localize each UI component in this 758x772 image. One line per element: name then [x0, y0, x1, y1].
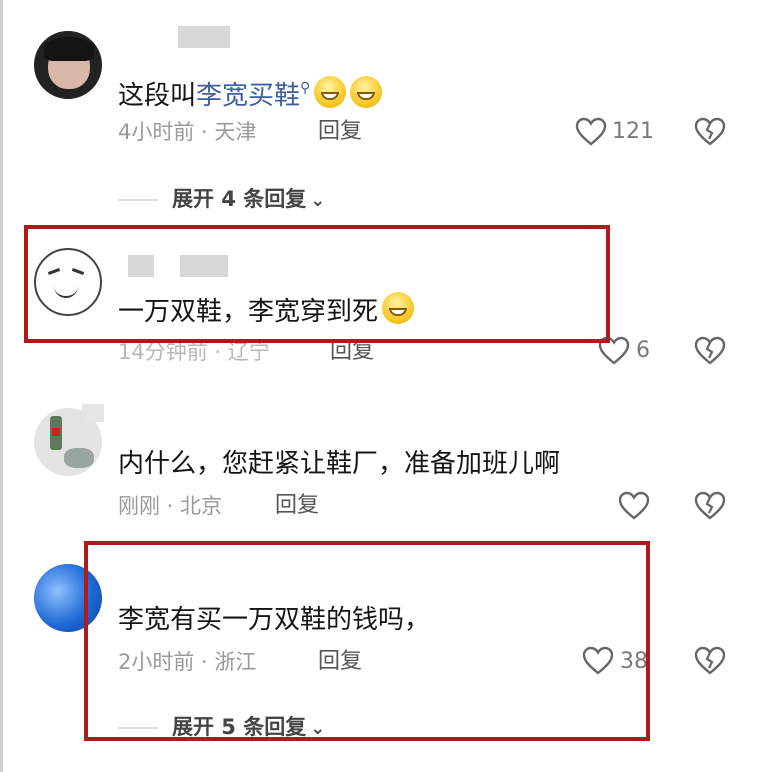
chevron-down-icon: ⌄ [310, 190, 326, 211]
expand-divider [118, 199, 158, 201]
broken-heart-icon[interactable] [694, 491, 726, 521]
highlight-box [24, 225, 610, 343]
comment-text: 这段叫李宽买鞋⚲ [118, 71, 383, 113]
grin-emoji-icon [350, 76, 383, 108]
expand-replies-button[interactable]: 展开 4 条回复 ⌄ [172, 185, 325, 215]
like-count: 121 [612, 119, 654, 144]
expand-replies-label: 展开 4 条回复 [172, 187, 307, 211]
broken-heart-icon[interactable] [694, 117, 726, 147]
username-blurred[interactable] [178, 26, 230, 48]
comment-text-plain: 这段叫 [118, 81, 197, 111]
heart-icon[interactable] [618, 491, 650, 521]
comment-meta: 4小时前 · 天津 [118, 120, 257, 144]
username-blurred[interactable] [82, 404, 104, 422]
highlight-box [84, 541, 650, 741]
avatar[interactable] [34, 31, 102, 99]
broken-heart-icon[interactable] [694, 646, 726, 676]
grin-emoji-icon [314, 76, 347, 108]
comment-link[interactable]: 李宽买鞋 [196, 81, 300, 111]
comment-meta: 刚刚 · 北京 [118, 494, 223, 518]
clip-mask [650, 640, 678, 680]
broken-heart-icon[interactable] [694, 336, 726, 366]
like-count: 6 [636, 338, 650, 363]
heart-icon[interactable] [575, 117, 607, 147]
reply-button[interactable]: 回复 [318, 118, 362, 146]
left-edge-divider [0, 0, 3, 772]
search-icon[interactable]: ⚲ [300, 80, 310, 96]
comment-text: 内什么，您赶紧让鞋厂，准备加班儿啊 [118, 449, 561, 479]
reply-button[interactable]: 回复 [275, 492, 319, 520]
